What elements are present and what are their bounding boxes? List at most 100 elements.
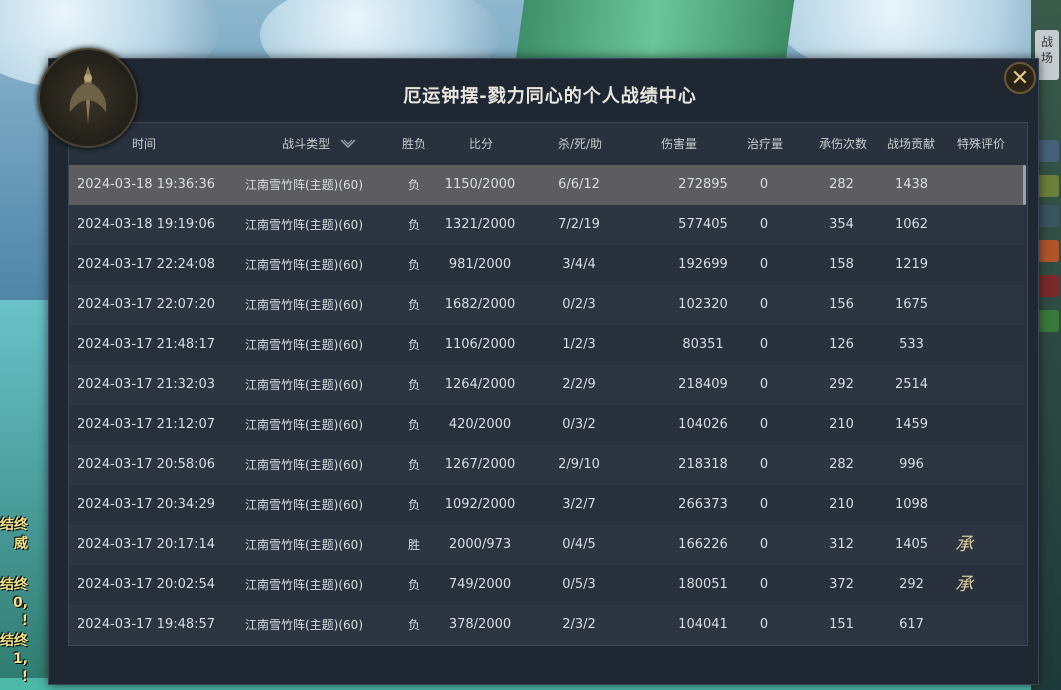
cell-time: 2024-03-17 20:02:54 — [77, 577, 216, 592]
table-row[interactable]: 2024-03-17 22:07:20 江南雪竹阵(主题)(60) 负 1682/20… — [69, 285, 1024, 325]
cell-hits-taken: 156 — [829, 297, 854, 312]
table-row[interactable]: 2024-03-17 20:02:54 江南雪竹阵(主题)(60) 负 749/200… — [69, 565, 1024, 605]
cell-result: 负 — [407, 178, 420, 192]
cell-contribution: 1062 — [894, 217, 929, 232]
cell-score: 749/2000 — [448, 577, 512, 592]
cell-hits-taken: 151 — [829, 617, 854, 632]
table-body: 2024-03-18 19:36:36 江南雪竹阵(主题)(60) 负 1150/20… — [69, 165, 1024, 645]
cell-healing: 0 — [759, 257, 769, 272]
cell-special-rating — [944, 445, 984, 485]
skill-icon[interactable] — [1037, 275, 1059, 297]
close-button[interactable]: ✕ — [1004, 62, 1036, 94]
chat-text: 1, — [12, 651, 28, 667]
chat-text: ! — [21, 669, 28, 685]
cell-kda: 0/5/3 — [562, 577, 596, 592]
cell-hits-taken: 210 — [829, 497, 854, 512]
cell-kda: 0/4/5 — [562, 537, 596, 552]
table-row[interactable]: 2024-03-17 20:17:14 江南雪竹阵(主题)(60) 胜 2000/97… — [69, 525, 1024, 565]
cell-time: 2024-03-17 20:17:14 — [77, 537, 216, 552]
table-row[interactable]: 2024-03-17 20:34:29 江南雪竹阵(主题)(60) 负 1092/20… — [69, 485, 1024, 525]
skill-icon[interactable] — [1037, 140, 1059, 162]
table-row[interactable]: 2024-03-17 22:24:08 江南雪竹阵(主题)(60) 负 981/200… — [69, 245, 1024, 285]
cell-special-rating — [944, 405, 984, 445]
cell-result: 负 — [407, 498, 420, 512]
table-row[interactable]: 2024-03-17 21:48:17 江南雪竹阵(主题)(60) 负 1106/20… — [69, 325, 1024, 365]
table-row[interactable]: 2024-03-18 19:36:36 江南雪竹阵(主题)(60) 负 1150/20… — [69, 165, 1024, 205]
cell-healing: 0 — [759, 497, 769, 512]
cell-healing: 0 — [759, 577, 769, 592]
cell-result: 负 — [407, 458, 420, 472]
cell-healing: 0 — [759, 217, 769, 232]
cell-contribution: 1098 — [894, 497, 929, 512]
chevron-down-icon[interactable] — [340, 138, 356, 152]
header-contribution: 战场贡献 — [886, 137, 935, 151]
table-row[interactable]: 2024-03-18 19:19:06 江南雪竹阵(主题)(60) 负 1321/20… — [69, 205, 1024, 245]
chat-text: 结终 — [0, 633, 28, 649]
cell-contribution: 996 — [899, 457, 924, 472]
header-score: 比分 — [468, 137, 493, 151]
cell-contribution: 1675 — [894, 297, 929, 312]
cell-healing: 0 — [759, 297, 769, 312]
cell-score: 1092/2000 — [444, 497, 516, 512]
cell-battle-type: 江南雪竹阵(主题)(60) — [245, 418, 363, 432]
cell-result: 负 — [407, 418, 420, 432]
header-kda: 杀/死/助 — [557, 137, 603, 151]
header-healing: 治疗量 — [746, 137, 783, 151]
cell-contribution: 1438 — [894, 177, 929, 192]
cell-healing: 0 — [759, 457, 769, 472]
cell-contribution: 617 — [899, 617, 924, 632]
cell-hits-taken: 292 — [829, 377, 854, 392]
cell-score: 1150/2000 — [444, 177, 516, 192]
cell-healing: 0 — [759, 177, 769, 192]
cell-hits-taken: 126 — [829, 337, 854, 352]
skill-icon[interactable] — [1037, 310, 1059, 332]
table-row[interactable]: 2024-03-17 19:48:57 江南雪竹阵(主题)(60) 负 378/200… — [69, 605, 1024, 645]
cell-kda: 2/2/9 — [562, 377, 596, 392]
cell-special-rating — [944, 285, 984, 325]
cell-result: 负 — [407, 378, 420, 392]
cell-battle-type: 江南雪竹阵(主题)(60) — [245, 538, 363, 552]
cell-kda: 2/9/10 — [558, 457, 600, 472]
cell-battle-type: 江南雪竹阵(主题)(60) — [245, 298, 363, 312]
cell-battle-type: 江南雪竹阵(主题)(60) — [245, 338, 363, 352]
cell-battle-type: 江南雪竹阵(主题)(60) — [245, 498, 363, 512]
cell-kda: 3/4/4 — [562, 257, 596, 272]
cell-time: 2024-03-17 20:34:29 — [77, 497, 216, 512]
cell-healing: 0 — [759, 617, 769, 632]
cell-kda: 0/2/3 — [562, 297, 596, 312]
cell-kda: 7/2/19 — [558, 217, 600, 232]
header-battle-type[interactable]: 战斗类型 — [269, 135, 369, 152]
table-row[interactable]: 2024-03-17 20:58:06 江南雪竹阵(主题)(60) 负 1267/20… — [69, 445, 1024, 485]
scrollbar-thumb[interactable] — [1023, 165, 1026, 205]
chat-text: ! — [21, 613, 28, 629]
skill-icon[interactable] — [1037, 175, 1059, 197]
table-row[interactable]: 2024-03-17 21:32:03 江南雪竹阵(主题)(60) 负 1264/20… — [69, 365, 1024, 405]
cell-special-rating — [944, 325, 984, 365]
cell-contribution: 2514 — [894, 377, 929, 392]
cell-healing: 0 — [759, 337, 769, 352]
cell-healing: 0 — [759, 417, 769, 432]
cell-score: 420/2000 — [448, 417, 512, 432]
skill-icon[interactable] — [1037, 240, 1059, 262]
cell-hits-taken: 282 — [829, 457, 854, 472]
cell-hits-taken: 354 — [829, 217, 854, 232]
cell-contribution: 1405 — [894, 537, 929, 552]
cell-kda: 2/3/2 — [562, 617, 596, 632]
cell-hits-taken: 158 — [829, 257, 854, 272]
table-row[interactable]: 2024-03-17 21:12:07 江南雪竹阵(主题)(60) 负 420/200… — [69, 405, 1024, 445]
cell-kda: 1/2/3 — [562, 337, 596, 352]
cell-hits-taken: 372 — [829, 577, 854, 592]
header-hits-taken: 承伤次数 — [818, 137, 867, 151]
cell-kda: 6/6/12 — [558, 177, 600, 192]
cell-special-rating — [944, 365, 984, 405]
cell-special-rating — [944, 165, 984, 205]
cell-special-rating — [944, 485, 984, 525]
cell-result: 负 — [407, 338, 420, 352]
cell-time: 2024-03-17 21:32:03 — [77, 377, 216, 392]
cell-hits-taken: 312 — [829, 537, 854, 552]
skill-icon[interactable] — [1037, 205, 1059, 227]
cell-score: 1267/2000 — [444, 457, 516, 472]
cell-contribution: 1459 — [894, 417, 929, 432]
header-result: 胜负 — [401, 137, 426, 151]
cell-battle-type: 江南雪竹阵(主题)(60) — [245, 618, 363, 632]
